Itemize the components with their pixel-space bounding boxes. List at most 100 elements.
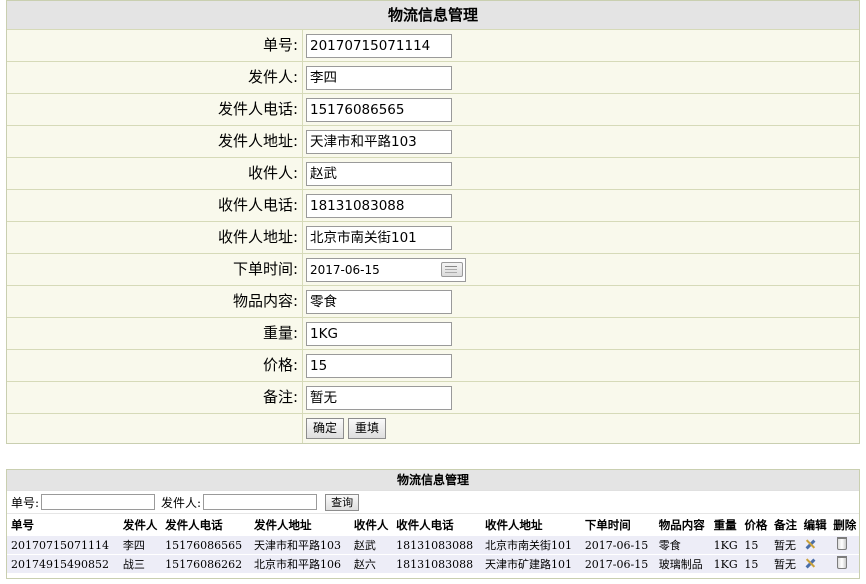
sender-input[interactable]: 李四: [306, 65, 452, 90]
sender-phone-input[interactable]: 15176086565: [306, 97, 452, 122]
contents-label: 物品内容:: [7, 286, 303, 317]
confirm-button[interactable]: 确定: [306, 418, 345, 439]
cell-contents: 玻璃制品: [654, 554, 710, 573]
form-row-sender-address: 发件人地址: 天津市和平路103: [7, 125, 859, 157]
edit-pencil-icon[interactable]: [804, 538, 816, 550]
receiver-input[interactable]: 赵武: [306, 161, 452, 186]
list-title: 物流信息管理: [7, 470, 859, 490]
cell-receiver-phone: 18131083088: [392, 554, 481, 573]
search-bar: 单号: 发件人: 查询: [7, 490, 859, 513]
number-input[interactable]: 20170715071114: [306, 33, 452, 58]
receiver-label: 收件人:: [7, 158, 303, 189]
buttons-label-spacer: [7, 414, 303, 443]
cell-price: 15: [740, 535, 771, 555]
search-number-input[interactable]: [41, 494, 156, 510]
logistics-table: 单号 发件人 发件人电话 发件人地址 收件人 收件人电话 收件人地址 下单时间 …: [7, 513, 859, 573]
cell-number: 20174915490852: [7, 554, 119, 573]
cell-order-date: 2017-06-15: [580, 535, 655, 555]
form-row-sender: 发件人: 李四: [7, 61, 859, 93]
cell-number: 20170715071114: [7, 535, 119, 555]
weight-input[interactable]: 1KG: [306, 321, 452, 346]
sender-phone-label: 发件人电话:: [7, 94, 303, 125]
trash-can-icon[interactable]: [837, 556, 848, 569]
form-row-weight: 重量: 1KG: [7, 317, 859, 349]
cell-receiver: 赵武: [349, 535, 393, 555]
order-date-label: 下单时间:: [7, 254, 303, 285]
form-row-order-date: 下单时间: 2017-06-15: [7, 253, 859, 285]
col-delete: 删除: [829, 513, 859, 536]
cell-contents: 零食: [654, 535, 710, 555]
cell-sender: 李四: [118, 535, 162, 555]
receiver-address-label: 收件人地址:: [7, 222, 303, 253]
logistics-list: 物流信息管理 单号: 发件人: 查询 单号 发件人 发件人电话 发件人地址 收件…: [6, 469, 860, 579]
cell-order-date: 2017-06-15: [580, 554, 655, 573]
form-row-price: 价格: 15: [7, 349, 859, 381]
contents-input[interactable]: 零食: [306, 289, 452, 314]
receiver-address-input[interactable]: 北京市南关街101: [306, 225, 452, 250]
form-row-receiver-address: 收件人地址: 北京市南关街101: [7, 221, 859, 253]
cell-receiver-address: 北京市南关街101: [480, 535, 581, 555]
cell-sender-phone: 15176086565: [161, 535, 250, 555]
trash-can-icon[interactable]: [837, 537, 848, 550]
remark-input[interactable]: 暂无: [306, 385, 452, 410]
search-sender-input[interactable]: [203, 494, 318, 510]
table-header-row: 单号 发件人 发件人电话 发件人地址 收件人 收件人电话 收件人地址 下单时间 …: [7, 513, 859, 536]
cell-receiver-address: 天津市矿建路101: [480, 554, 581, 573]
cell-price: 15: [740, 554, 771, 573]
cell-receiver-phone: 18131083088: [392, 535, 481, 555]
col-contents: 物品内容: [654, 513, 710, 536]
order-date-value: 2017-06-15: [310, 262, 380, 277]
form-row-receiver: 收件人: 赵武: [7, 157, 859, 189]
cell-weight: 1KG: [709, 554, 741, 573]
col-edit: 编辑: [799, 513, 830, 536]
form-row-receiver-phone: 收件人电话: 18131083088: [7, 189, 859, 221]
cell-delete: [829, 554, 859, 573]
col-number: 单号: [7, 513, 119, 536]
cell-sender-phone: 15176086262: [161, 554, 250, 573]
cell-remark: 暂无: [770, 554, 800, 573]
search-button[interactable]: 查询: [325, 493, 360, 511]
calendar-icon[interactable]: [441, 262, 463, 277]
col-price: 价格: [740, 513, 771, 536]
cell-weight: 1KG: [709, 535, 741, 555]
edit-pencil-icon[interactable]: [804, 557, 816, 569]
form-row-contents: 物品内容: 零食: [7, 285, 859, 317]
col-sender-phone: 发件人电话: [161, 513, 250, 536]
cell-sender: 战三: [118, 554, 162, 573]
col-order-date: 下单时间: [580, 513, 655, 536]
col-remark: 备注: [770, 513, 800, 536]
col-receiver: 收件人: [349, 513, 393, 536]
number-label: 单号:: [7, 30, 303, 61]
logistics-form: 物流信息管理 单号: 20170715071114 发件人: 李四 发件人电话:…: [6, 0, 860, 444]
cell-sender-address: 北京市和平路106: [250, 554, 350, 573]
cell-receiver: 赵六: [349, 554, 393, 573]
form-row-number: 单号: 20170715071114: [7, 29, 859, 61]
price-input[interactable]: 15: [306, 353, 452, 378]
cell-delete: [829, 535, 859, 555]
sender-address-input[interactable]: 天津市和平路103: [306, 129, 452, 154]
sender-address-label: 发件人地址:: [7, 126, 303, 157]
table-row: 20170715071114 李四 15176086565 天津市和平路103 …: [7, 535, 859, 555]
search-number-label: 单号:: [11, 495, 40, 510]
cell-edit: [799, 535, 830, 555]
receiver-phone-label: 收件人电话:: [7, 190, 303, 221]
cell-edit: [799, 554, 830, 573]
col-sender-address: 发件人地址: [250, 513, 350, 536]
sender-label: 发件人:: [7, 62, 303, 93]
form-title: 物流信息管理: [7, 1, 859, 29]
search-sender-label: 发件人:: [161, 495, 202, 510]
col-weight: 重量: [709, 513, 741, 536]
table-row: 20174915490852 战三 15176086262 北京市和平路106 …: [7, 554, 859, 573]
price-label: 价格:: [7, 350, 303, 381]
form-row-buttons: 确定 重填: [7, 413, 859, 443]
cell-sender-address: 天津市和平路103: [250, 535, 350, 555]
col-receiver-address: 收件人地址: [480, 513, 581, 536]
cell-remark: 暂无: [770, 535, 800, 555]
form-row-remark: 备注: 暂无: [7, 381, 859, 413]
form-row-sender-phone: 发件人电话: 15176086565: [7, 93, 859, 125]
order-date-input[interactable]: 2017-06-15: [306, 257, 466, 282]
col-receiver-phone: 收件人电话: [392, 513, 481, 536]
reset-button[interactable]: 重填: [348, 418, 387, 439]
receiver-phone-input[interactable]: 18131083088: [306, 193, 452, 218]
weight-label: 重量:: [7, 318, 303, 349]
